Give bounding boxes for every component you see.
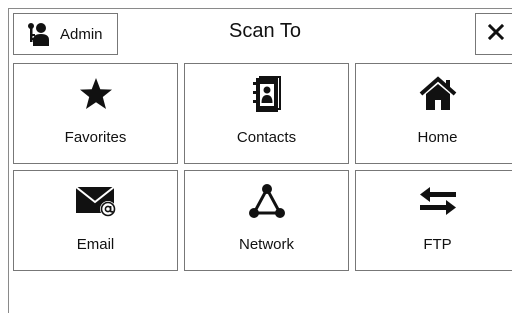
tile-ftp[interactable]: FTP <box>355 170 512 271</box>
tile-network[interactable]: Network <box>184 170 349 271</box>
close-button[interactable] <box>475 13 512 55</box>
tile-home[interactable]: Home <box>355 63 512 164</box>
tile-label: Home <box>417 129 458 146</box>
tile-favorites[interactable]: Favorites <box>13 63 178 164</box>
tile-label: FTP <box>423 236 452 253</box>
tile-label: Network <box>238 236 294 253</box>
tile-label: Email <box>76 236 115 253</box>
star-icon <box>14 74 177 114</box>
tile-email[interactable]: Email <box>13 170 178 271</box>
admin-label: Admin <box>60 25 103 43</box>
tile-contacts[interactable]: Contacts <box>184 63 349 164</box>
network-nodes-icon <box>185 181 348 221</box>
tile-label: Favorites <box>64 129 127 146</box>
address-book-icon <box>185 74 348 114</box>
transfer-arrows-icon <box>356 181 512 221</box>
envelope-at-icon <box>14 181 177 221</box>
home-icon <box>356 74 512 114</box>
admin-key-user-icon <box>24 21 50 47</box>
admin-button[interactable]: Admin <box>13 13 118 55</box>
close-icon <box>487 23 505 45</box>
page-title: Scan To <box>229 20 301 42</box>
tile-label: Contacts <box>236 129 297 146</box>
